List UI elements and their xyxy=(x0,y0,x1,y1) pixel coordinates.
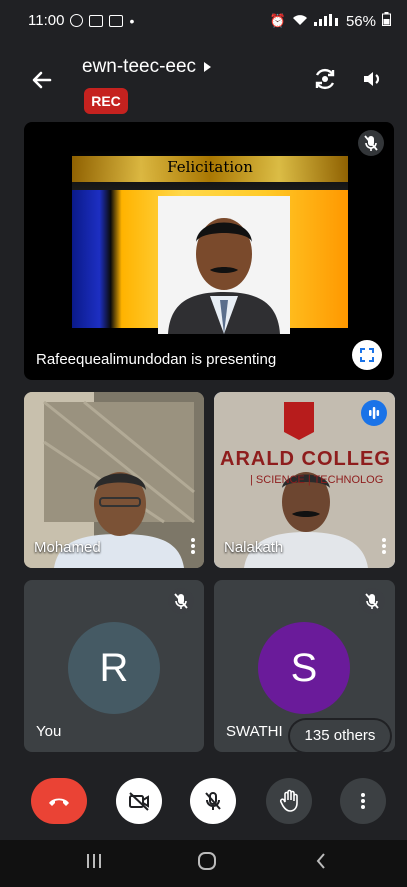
participant-name: SWATHI xyxy=(226,723,283,740)
muted-mic-icon xyxy=(168,588,194,614)
hand-icon xyxy=(279,789,298,812)
shared-slide: Felicitation xyxy=(72,150,348,334)
hang-up-icon xyxy=(49,798,69,806)
muted-mic-icon xyxy=(359,588,385,614)
camera-off-icon xyxy=(129,792,149,811)
alarm-icon: ⏰ xyxy=(269,13,286,28)
participant-tile-mohamed[interactable]: Mohamed xyxy=(24,392,204,568)
gallery-icon xyxy=(89,14,104,27)
more-options-button[interactable] xyxy=(340,778,386,824)
meeting-code: ewn-teec-eec xyxy=(82,56,197,77)
home-icon xyxy=(198,852,216,870)
meeting-details-button[interactable]: ewn-teec-eec xyxy=(82,56,212,78)
meeting-header: ewn-teec-eec REC xyxy=(0,40,407,120)
notification-icon xyxy=(109,14,124,27)
whatsapp-icon xyxy=(70,14,84,27)
muted-mic-icon xyxy=(358,130,384,156)
back-nav-button[interactable] xyxy=(312,850,330,877)
participant-options-button[interactable] xyxy=(190,536,196,556)
fullscreen-button[interactable] xyxy=(352,340,382,370)
avatar: R xyxy=(68,622,160,714)
speaker-icon xyxy=(364,72,380,86)
home-button[interactable] xyxy=(196,850,218,877)
fullscreen-icon xyxy=(360,348,374,362)
recording-badge: REC xyxy=(84,88,128,114)
slide-portrait xyxy=(158,196,290,334)
raise-hand-button[interactable] xyxy=(266,778,312,824)
presentation-tile[interactable]: Felicitation Rafeequealimundodan is pres… xyxy=(24,122,394,380)
college-banner: ARALD COLLEG xyxy=(220,448,391,470)
battery-icon xyxy=(382,12,391,30)
mic-off-icon xyxy=(205,792,221,810)
battery-level: 56% xyxy=(345,12,376,30)
chevron-left-icon xyxy=(316,853,325,869)
recents-icon xyxy=(87,854,101,868)
mic-toggle-button[interactable] xyxy=(190,778,236,824)
college-banner-subtitle: | SCIENCE | TECHNOLOG xyxy=(250,474,384,486)
participant-name: Nalakath xyxy=(224,539,284,556)
switch-camera-button[interactable] xyxy=(310,64,340,94)
clock: 11:00 xyxy=(28,12,65,29)
slide-title: Felicitation xyxy=(167,158,253,176)
participant-tile-nalakath[interactable]: ARALD COLLEG | SCIENCE | TECHNOLOG Nalak… xyxy=(214,392,395,568)
wifi-icon xyxy=(292,13,308,30)
more-notifications-dot: • xyxy=(129,12,135,29)
call-controls xyxy=(0,770,407,830)
participant-options-button[interactable] xyxy=(381,536,387,556)
avatar: S xyxy=(258,622,350,714)
participant-name: You xyxy=(36,723,62,740)
end-call-button[interactable] xyxy=(31,778,87,824)
switch-camera-icon xyxy=(315,68,335,90)
speaking-indicator-icon xyxy=(361,400,387,426)
participant-name: Mohamed xyxy=(34,539,101,556)
back-button[interactable] xyxy=(28,66,56,94)
camera-toggle-button[interactable] xyxy=(116,778,162,824)
presenter-label: Rafeequealimundodan is presenting xyxy=(36,351,277,368)
recents-button[interactable] xyxy=(84,850,104,877)
status-bar: 11:00 • ⏰ 56% xyxy=(0,0,407,40)
caret-right-icon xyxy=(204,62,212,72)
signal-icon xyxy=(313,13,340,30)
system-nav-bar xyxy=(0,840,407,887)
arrow-left-icon xyxy=(32,71,52,89)
others-count-chip[interactable]: 135 others xyxy=(290,720,390,752)
meet-screen: 11:00 • ⏰ 56% ewn-teec-eec REC Felicitat… xyxy=(0,0,407,887)
participant-tile-you[interactable]: R You xyxy=(24,580,204,752)
more-vert-icon xyxy=(361,793,365,809)
audio-output-button[interactable] xyxy=(358,64,388,94)
